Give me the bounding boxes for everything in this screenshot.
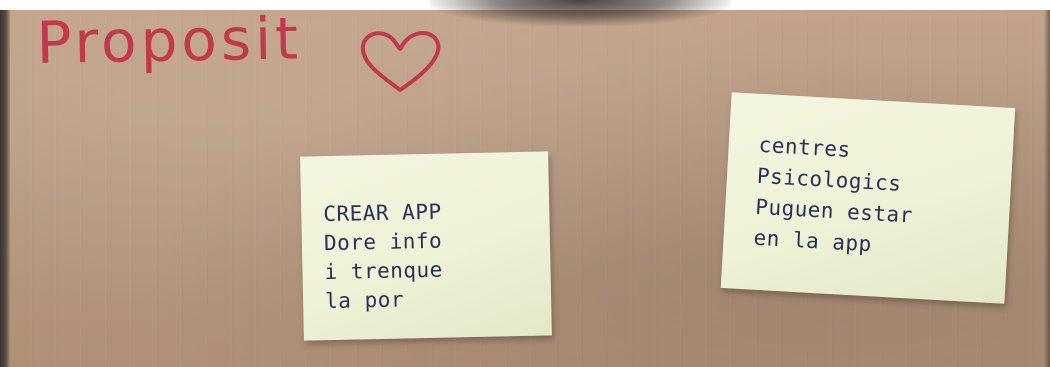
note-line: la por [324,287,405,314]
sticky-note: CREAR APP Dore info i trenque la por [300,151,552,341]
photo: Proposit CREAR APP Dore info i trenque l… [0,0,1050,367]
right-edge-shadow [1044,10,1050,367]
note-line: Dore info [323,228,443,256]
sticky-note: centres Psicologics Puguen estar en la a… [720,92,1016,304]
sticky-note-text: centres Psicologics Puguen estar en la a… [753,130,917,263]
handwritten-title: Proposit [35,4,303,77]
note-line: i trenque [324,257,444,285]
top-shadow [430,0,730,26]
sticky-note-text: CREAR APP Dore info i trenque la por [323,198,444,316]
note-line: CREAR APP [323,199,442,227]
heart-icon [360,31,441,92]
left-edge-shadow [0,10,10,367]
